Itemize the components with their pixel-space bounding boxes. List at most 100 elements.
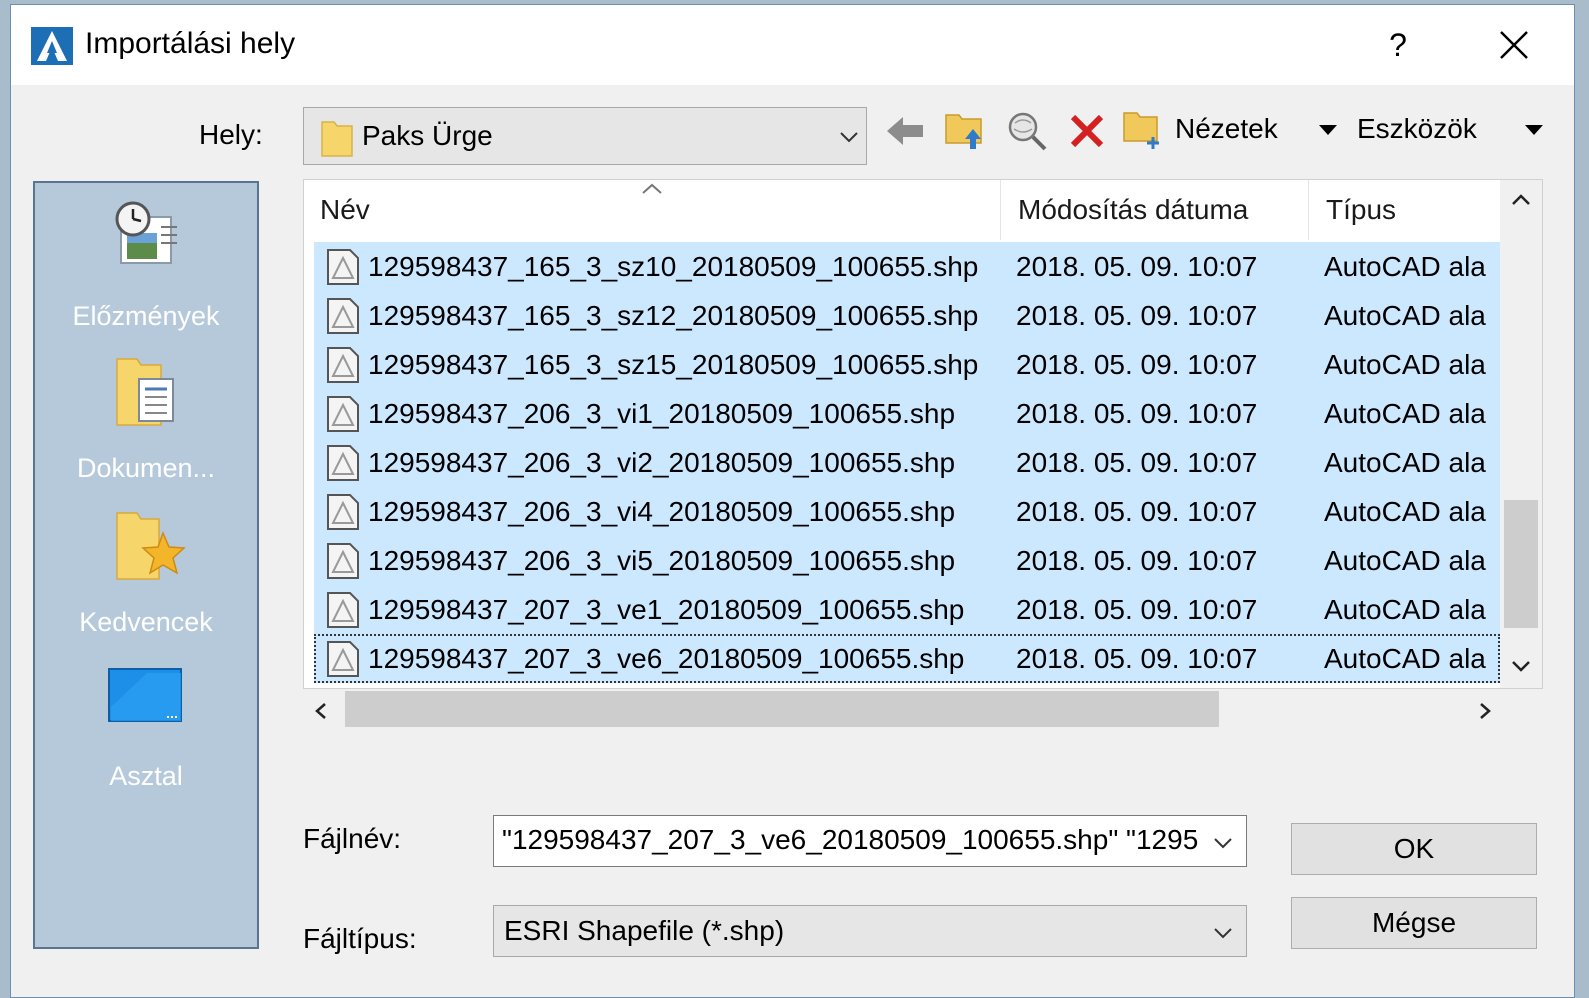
file-type: AutoCAD ala [1324, 496, 1486, 527]
file-modified: 2018. 05. 09. 10:07 [1016, 447, 1258, 478]
autocad-logo-icon [31, 27, 73, 65]
file-row[interactable]: 129598437_206_3_vi1_20180509_100655.shp … [314, 389, 1500, 438]
file-row[interactable]: 129598437_207_3_ve1_20180509_100655.shp … [314, 585, 1500, 634]
tools-menu-label[interactable]: Eszközök [1357, 113, 1477, 145]
file-modified: 2018. 05. 09. 10:07 [1016, 496, 1258, 527]
chevron-down-icon[interactable] [1212, 836, 1234, 850]
up-folder-icon[interactable] [943, 107, 987, 151]
shapefile-icon [327, 543, 359, 579]
desktop-icon [108, 668, 182, 722]
place-label: Kedvencek [79, 607, 213, 637]
place-label: Előzmények [72, 301, 220, 331]
shapefile-icon [327, 347, 359, 383]
file-name: 129598437_165_3_sz12_20180509_100655.shp [368, 300, 979, 331]
file-modified: 2018. 05. 09. 10:07 [1016, 398, 1258, 429]
place-documents[interactable]: Dokumen... [35, 349, 257, 489]
location-combo[interactable]: Paks Ürge [303, 107, 867, 165]
filename-value: "129598437_207_3_ve6_20180509_100655.shp… [502, 824, 1199, 855]
filename-input[interactable]: "129598437_207_3_ve6_20180509_100655.shp… [493, 815, 1247, 867]
file-name: 129598437_165_3_sz10_20180509_100655.shp [368, 251, 979, 282]
filename-label: Fájlnév: [303, 823, 402, 854]
column-header-type[interactable]: Típus [1326, 180, 1396, 240]
location-value: Paks Ürge [362, 120, 493, 151]
file-name: 129598437_206_3_vi1_20180509_100655.shp [368, 398, 956, 429]
file-list: Név Módosítás dátuma Típus 129598437_165… [303, 179, 1543, 689]
file-row[interactable]: 129598437_165_3_sz15_20180509_100655.shp… [314, 340, 1500, 389]
documents-icon [116, 358, 174, 426]
file-name: 129598437_207_3_ve1_20180509_100655.shp [368, 594, 965, 625]
column-header-name[interactable]: Név [320, 180, 370, 240]
horizontal-scroll-thumb[interactable] [345, 691, 1219, 727]
column-divider[interactable] [1308, 180, 1309, 240]
file-name: 129598437_207_3_ve6_20180509_100655.shp [368, 643, 965, 674]
file-row[interactable]: 129598437_206_3_vi2_20180509_100655.shp … [314, 438, 1500, 487]
file-name: 129598437_206_3_vi4_20180509_100655.shp [368, 496, 956, 527]
file-type: AutoCAD ala [1324, 398, 1486, 429]
file-modified: 2018. 05. 09. 10:07 [1016, 349, 1258, 380]
file-name: 129598437_206_3_vi5_20180509_100655.shp [368, 545, 956, 576]
history-icon [115, 201, 177, 264]
file-type: AutoCAD ala [1324, 251, 1486, 282]
folder-icon [321, 121, 353, 157]
filetype-value: ESRI Shapefile (*.shp) [504, 915, 785, 946]
places-bar: Előzmények Dokumen... Kedvencek Asztal [33, 181, 259, 949]
file-type: AutoCAD ala [1324, 643, 1486, 674]
horizontal-scrollbar[interactable] [303, 689, 1503, 731]
scroll-left-icon[interactable] [313, 701, 329, 721]
file-modified: 2018. 05. 09. 10:07 [1016, 545, 1258, 576]
help-button[interactable]: ? [1373, 23, 1423, 67]
file-row[interactable]: 129598437_206_3_vi5_20180509_100655.shp … [314, 536, 1500, 585]
vertical-scroll-thumb[interactable] [1504, 500, 1538, 628]
file-modified: 2018. 05. 09. 10:07 [1016, 300, 1258, 331]
file-row[interactable]: 129598437_206_3_vi4_20180509_100655.shp … [314, 487, 1500, 536]
delete-icon[interactable] [1065, 109, 1109, 153]
place-label: Dokumen... [76, 453, 216, 483]
import-dialog: Importálási hely ? Hely: Paks Ürge Nézet… [10, 4, 1575, 998]
scroll-down-icon[interactable] [1510, 658, 1532, 674]
tools-dropdown-icon[interactable] [1523, 123, 1545, 137]
shapefile-icon [327, 494, 359, 530]
file-row[interactable]: 129598437_207_3_ve6_20180509_100655.shp … [314, 634, 1500, 683]
place-history[interactable]: Előzmények [35, 195, 257, 335]
file-row[interactable]: 129598437_165_3_sz12_20180509_100655.shp… [314, 291, 1500, 340]
shapefile-icon [327, 249, 359, 285]
new-folder-icon[interactable] [1121, 107, 1165, 151]
ok-button[interactable]: OK [1291, 823, 1537, 875]
file-type: AutoCAD ala [1324, 349, 1486, 380]
shapefile-icon [327, 445, 359, 481]
window-title: Importálási hely [85, 27, 296, 60]
file-name: 129598437_206_3_vi2_20180509_100655.shp [368, 447, 956, 478]
shapefile-icon [327, 592, 359, 628]
file-name: 129598437_165_3_sz15_20180509_100655.shp [368, 349, 979, 380]
search-web-icon[interactable] [1005, 109, 1049, 153]
column-header-modified[interactable]: Módosítás dátuma [1018, 180, 1248, 240]
location-label: Hely: [199, 119, 263, 150]
title-bar: Importálási hely ? [11, 5, 1574, 85]
file-row[interactable]: 129598437_165_3_sz10_20180509_100655.shp… [314, 242, 1500, 291]
chevron-down-icon [840, 132, 858, 143]
close-icon[interactable] [1489, 21, 1539, 69]
file-modified: 2018. 05. 09. 10:07 [1016, 594, 1258, 625]
filetype-label: Fájltípus: [303, 923, 417, 954]
filetype-select[interactable]: ESRI Shapefile (*.shp) [493, 905, 1247, 957]
place-desktop[interactable]: Asztal [35, 657, 257, 797]
vertical-scrollbar[interactable] [1500, 180, 1542, 688]
shapefile-icon [327, 396, 359, 432]
chevron-down-icon [1214, 928, 1232, 939]
file-modified: 2018. 05. 09. 10:07 [1016, 251, 1258, 282]
views-menu-label[interactable]: Nézetek [1175, 113, 1278, 145]
file-type: AutoCAD ala [1324, 594, 1486, 625]
place-label: Asztal [109, 761, 183, 791]
column-divider[interactable] [1000, 180, 1001, 240]
scroll-right-icon[interactable] [1477, 701, 1493, 721]
back-arrow-icon[interactable] [883, 109, 927, 153]
file-type: AutoCAD ala [1324, 545, 1486, 576]
shapefile-icon [327, 641, 359, 677]
views-dropdown-icon[interactable] [1317, 123, 1339, 137]
place-favorites[interactable]: Kedvencek [35, 503, 257, 643]
file-type: AutoCAD ala [1324, 447, 1486, 478]
sort-ascending-icon [642, 183, 662, 194]
cancel-button[interactable]: Mégse [1291, 897, 1537, 949]
shapefile-icon [327, 298, 359, 334]
scroll-up-icon[interactable] [1510, 192, 1532, 208]
